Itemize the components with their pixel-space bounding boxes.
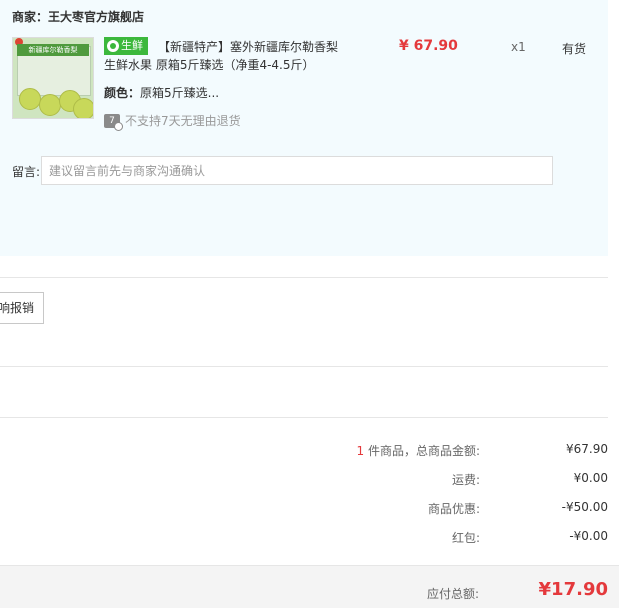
fresh-icon (107, 40, 119, 52)
redpacket-value: -¥0.00 (569, 529, 608, 543)
return-policy: 7 不支持7天无理由退货 (104, 112, 241, 131)
product-thumbnail[interactable]: 新疆库尔勒香梨 (12, 37, 94, 119)
product-price: ¥ 67.90 (399, 38, 458, 54)
pear-image (39, 94, 61, 116)
message-label: 留言: (12, 165, 41, 179)
message-input[interactable] (41, 156, 553, 185)
color-label: 颜色： (104, 86, 141, 100)
product-image-caption: 新疆库尔勒香梨 (17, 44, 89, 56)
product-title-line2[interactable]: 生鲜水果 原箱5斤臻选（净重4-4.5斤） (104, 57, 315, 73)
invoice-reimbursement-button[interactable]: 响报销 (0, 292, 44, 324)
redpacket-row: 红包: -¥0.00 (300, 529, 608, 545)
product-quantity: x1 (511, 40, 526, 54)
discount-value: -¥50.00 (561, 500, 608, 514)
shop-name-text[interactable]: 王大枣官方旗舰店 (48, 10, 144, 24)
divider (0, 366, 608, 367)
shipping-row: 运费: ¥0.00 (300, 471, 608, 487)
shipping-value: ¥0.00 (573, 471, 608, 485)
divider (0, 277, 608, 278)
divider (0, 417, 608, 418)
goods-total-row: 1 件商品，总商品金额: ¥67.90 (300, 442, 609, 459)
product-color: 颜色：原箱5斤臻选... (104, 84, 219, 101)
redpacket-label: 红包: (451, 531, 480, 545)
pear-image (19, 88, 41, 110)
discount-label: 商品优惠: (427, 502, 480, 516)
total-bar (0, 565, 619, 608)
discount-row: 商品优惠: -¥50.00 (300, 500, 608, 516)
stock-status: 有货 (562, 42, 587, 56)
total-value: ¥17.90 (538, 579, 608, 600)
shop-name[interactable]: 商家：王大枣官方旗舰店 (12, 8, 144, 25)
goods-total-value: ¥67.90 (566, 442, 608, 456)
goods-total-label: 1 件商品，总商品金额: (357, 442, 481, 459)
shop-label: 商家： (12, 10, 49, 24)
return-policy-text: 不支持7天无理由退货 (125, 114, 241, 128)
shipping-label: 运费: (451, 473, 480, 487)
fresh-badge-label: 生鲜 (121, 39, 143, 52)
color-value: 原箱5斤臻选... (140, 86, 220, 100)
item-count-suffix: 件商品，总商品金额: (364, 444, 480, 458)
pear-image (73, 98, 93, 118)
no-return-icon: 7 (104, 113, 123, 131)
product-title-line1[interactable]: 【新疆特产】塞外新疆库尔勒香梨 (158, 37, 348, 57)
fresh-food-badge: 生鲜 (104, 37, 148, 55)
total-label: 应付总额: (427, 587, 480, 601)
item-count: 1 (356, 444, 365, 458)
